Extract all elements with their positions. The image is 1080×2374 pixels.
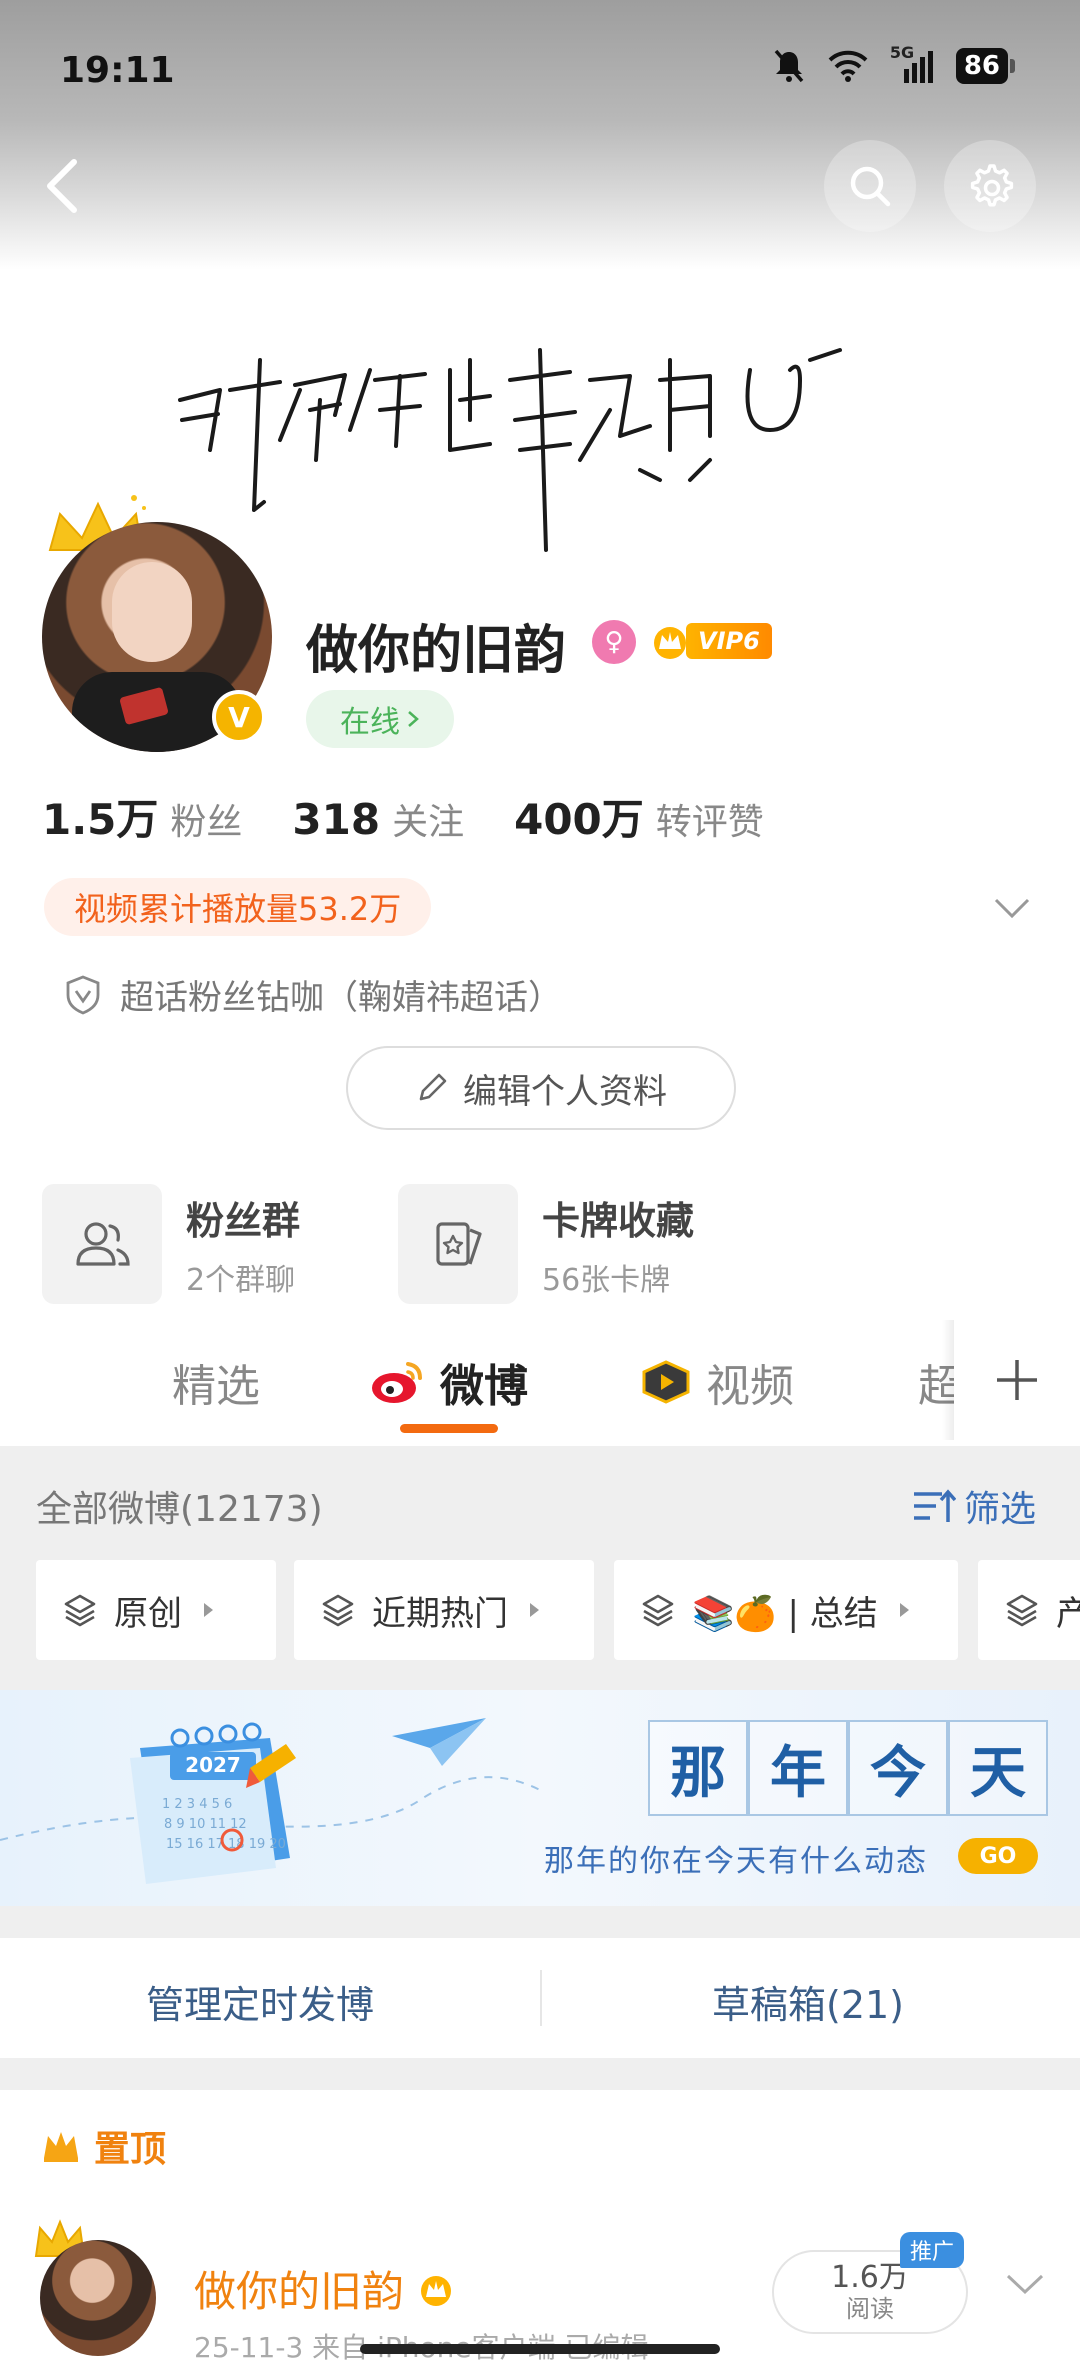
weibo-logo-icon: [372, 1362, 422, 1403]
chip-recent-hot[interactable]: 近期热门: [294, 1560, 594, 1660]
tab-video[interactable]: 视频: [640, 1350, 794, 1414]
on-this-day-title: 那 年 今 天: [648, 1720, 1048, 1816]
fans-group-subtitle: 2个群聊: [186, 1262, 296, 1298]
paper-plane-icon: [392, 1718, 486, 1766]
post-actions-bar: 管理定时发博 草稿箱(21): [0, 1938, 1080, 2058]
fans-group-tile[interactable]: 粉丝群 2个群聊: [42, 1184, 300, 1304]
go-button[interactable]: GO: [958, 1838, 1038, 1874]
stat-following[interactable]: 318 关注: [292, 793, 464, 845]
plus-icon: [997, 1360, 1037, 1400]
mute-bell-icon: [774, 49, 804, 83]
chevron-right-icon: [408, 711, 419, 727]
reads-label: 阅读: [846, 2295, 894, 2323]
layers-icon: [64, 1594, 96, 1627]
profile-tabs: 精选 微博 视频 超: [0, 1320, 1080, 1446]
vip-crown-icon: [654, 627, 686, 659]
chip-original[interactable]: 原创: [36, 1560, 276, 1660]
online-status-button[interactable]: 在线: [306, 690, 454, 748]
female-gender-icon: ♀: [592, 620, 636, 664]
card-icon: [436, 1222, 482, 1266]
vip-crown-icon: [421, 2275, 452, 2306]
pinned-post-card[interactable]: 置顶 做你的旧韵 25-11-3 来自 iPhone客户端 已编辑 1.6万 阅…: [0, 2090, 1080, 2374]
status-icons: 5G 86: [772, 43, 1016, 84]
signal-5g-icon: 5G: [890, 43, 934, 83]
filter-label: 筛选: [964, 1489, 1037, 1530]
edit-profile-button[interactable]: 编辑个人资料: [346, 1046, 736, 1130]
layers-icon: [1006, 1594, 1038, 1627]
category-chips: 原创 近期热门 📚🍊 | 总结 产: [36, 1560, 1080, 1660]
divider: [540, 1970, 542, 2026]
caret-right-icon: [899, 1603, 909, 1617]
settings-button[interactable]: [944, 140, 1036, 232]
vip-level-label: VIP6: [686, 623, 772, 659]
card-collection-tile[interactable]: 卡牌收藏 56张卡牌: [398, 1184, 694, 1304]
chip-more[interactable]: 产: [978, 1560, 1080, 1660]
reads-number: 1.6万: [831, 2260, 909, 2295]
battery-indicator: 86: [955, 48, 1016, 84]
gear-icon: [970, 164, 1014, 207]
shield-icon: [66, 974, 100, 1015]
card-collection-subtitle: 56张卡牌: [542, 1262, 671, 1298]
tab-featured[interactable]: 精选: [172, 1350, 260, 1414]
post-author-name[interactable]: 做你的旧韵: [194, 2258, 456, 2319]
chip-summary[interactable]: 📚🍊 | 总结: [614, 1560, 958, 1660]
profile-username: 做你的旧韵: [306, 621, 567, 681]
drafts-button[interactable]: 草稿箱(21): [712, 1974, 904, 2029]
all-posts-count: 全部微博(12173): [36, 1489, 323, 1530]
stat-fans[interactable]: 1.5万 粉丝: [42, 786, 242, 847]
caret-right-icon: [204, 1603, 213, 1617]
calendar-year: 2027: [185, 1753, 241, 1777]
fans-group-title: 粉丝群: [186, 1198, 301, 1243]
on-this-day-subtitle: 那年的你在今天有什么动态: [544, 1844, 928, 1879]
status-time: 19:11: [60, 50, 175, 91]
edit-profile-label: 编辑个人资料: [463, 1071, 667, 1112]
on-this-day-banner[interactable]: 2027 1 2 3 4 5 6 8 9 10 11 12 15 16 17 1…: [0, 1690, 1080, 1906]
profile-stats: 1.5万 粉丝 318 关注 400万 转评赞: [42, 786, 814, 847]
chevron-down-icon[interactable]: [990, 888, 1034, 928]
online-label: 在线: [340, 705, 400, 740]
add-tab-button[interactable]: [954, 1320, 1080, 1440]
chevron-down-icon[interactable]: [1002, 2264, 1048, 2304]
video-play-icon: [642, 1360, 690, 1404]
vip-badge[interactable]: VIP6: [650, 618, 772, 664]
tab-weibo[interactable]: 微博: [368, 1350, 528, 1414]
filter-icon: [914, 1489, 956, 1522]
calendar-icon: 2027 1 2 3 4 5 6 8 9 10 11 12 15 16 17 1…: [130, 1722, 296, 1884]
pinned-label: 置顶: [40, 2120, 166, 2172]
status-bar: 19:11 5G 86: [0, 0, 1080, 140]
crown-icon: [44, 2132, 78, 2162]
caret-right-icon: [530, 1603, 539, 1617]
layers-icon: [322, 1594, 354, 1627]
chevron-left-icon: [47, 159, 77, 213]
promote-tag[interactable]: 推广: [900, 2232, 965, 2268]
svg-text:1 2 3 4 5 6: 1 2 3 4 5 6: [162, 1797, 232, 1812]
active-tab-indicator: [400, 1424, 498, 1433]
search-icon: [850, 166, 891, 207]
back-button[interactable]: [34, 150, 94, 222]
wifi-icon: [828, 50, 868, 82]
verified-badge: V: [212, 690, 266, 744]
pencil-icon: [419, 1073, 447, 1101]
super-topic-row[interactable]: 超话粉丝钻咖（鞠婧祎超话）: [64, 970, 562, 1019]
post-author-avatar[interactable]: [40, 2240, 156, 2356]
cover-calligraphy-image: [178, 348, 842, 552]
video-plays-badge[interactable]: 视频累计播放量53.2万: [44, 878, 432, 936]
home-indicator: [360, 2344, 720, 2354]
manage-scheduled-posts-button[interactable]: 管理定时发博: [146, 1974, 374, 2029]
layers-icon: [642, 1594, 674, 1627]
card-collection-title: 卡牌收藏: [542, 1198, 695, 1243]
search-button[interactable]: [824, 140, 916, 232]
stat-reposts-comments-likes[interactable]: 400万 转评赞: [514, 786, 764, 847]
users-icon: [76, 1222, 130, 1266]
filter-button[interactable]: 筛选: [912, 1480, 1036, 1532]
super-topic-label: 超话粉丝钻咖（鞠婧祎超话）: [120, 978, 562, 1018]
